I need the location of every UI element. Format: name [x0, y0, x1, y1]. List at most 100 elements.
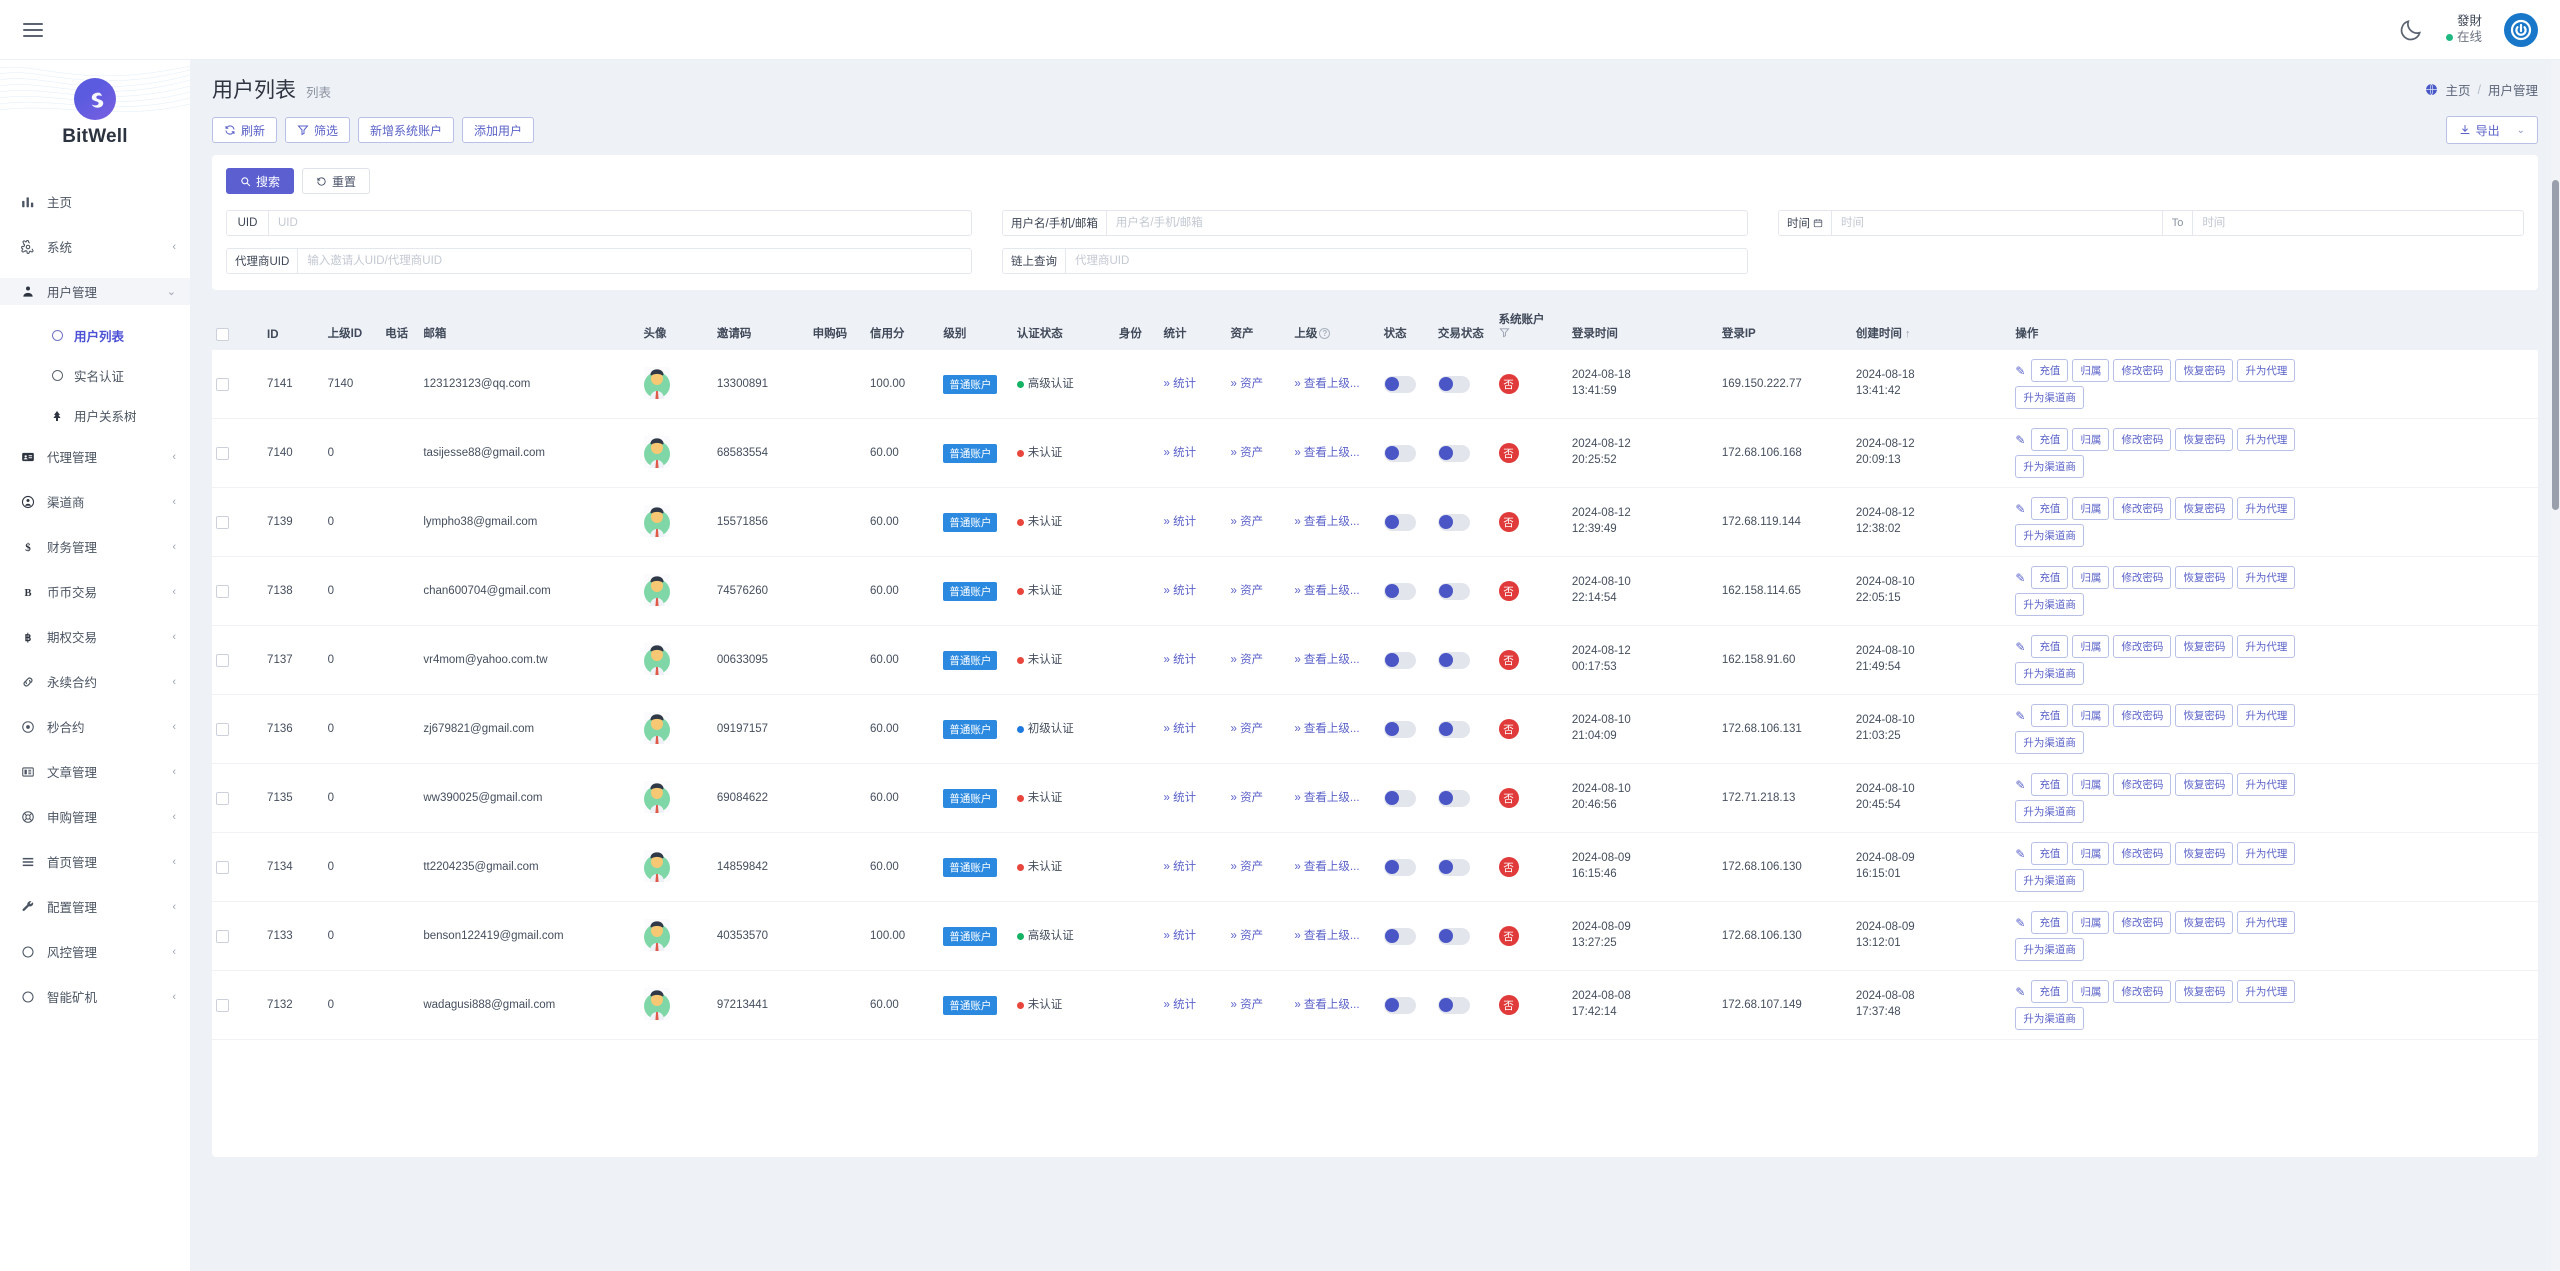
row-checkbox[interactable] [216, 998, 229, 1012]
cell-avatar[interactable] [639, 625, 713, 695]
cell-trade-status[interactable] [1433, 901, 1495, 971]
cell-status[interactable] [1379, 832, 1434, 902]
moon-icon[interactable] [2398, 17, 2424, 43]
cell-system-account[interactable]: 否 [1494, 625, 1568, 695]
time-end-input[interactable] [2193, 211, 2523, 235]
assets-link[interactable]: » 资产 [1231, 378, 1264, 390]
row-checkbox[interactable] [216, 929, 229, 943]
op-升为渠道商-button[interactable]: 升为渠道商 [2015, 731, 2084, 754]
refresh-button[interactable]: 刷新 [212, 117, 278, 143]
op-升为渠道商-button[interactable]: 升为渠道商 [2015, 455, 2084, 478]
op-升为代理-button[interactable]: 升为代理 [2237, 635, 2296, 658]
system-account-badge[interactable]: 否 [1498, 788, 1519, 808]
cell-trade-status[interactable] [1433, 970, 1495, 1040]
status-toggle[interactable] [1383, 927, 1416, 945]
cell-parent[interactable]: » 查看上级... [1290, 694, 1380, 764]
table-row[interactable]: 7138 0 chan600704@gmail.com 74576260 60.… [212, 556, 2538, 626]
table-row[interactable]: 7132 0 wadagusi888@gmail.com 97213441 60… [212, 970, 2538, 1040]
parent-link[interactable]: » 查看上级... [1294, 654, 1359, 666]
page-scrollbar[interactable] [2551, 60, 2560, 1271]
assets-link[interactable]: » 资产 [1231, 792, 1264, 804]
table-row[interactable]: 7137 0 vr4mom@yahoo.com.tw 00633095 60.0… [212, 625, 2538, 695]
system-account-badge[interactable]: 否 [1498, 719, 1519, 739]
funnel-icon[interactable] [1498, 327, 1510, 338]
uid-field[interactable]: UID [226, 210, 972, 236]
cell-trade-status[interactable] [1433, 350, 1495, 419]
sidebar-item-config-management[interactable]: 配置管理 ‹ [0, 893, 190, 920]
op-升为渠道商-button[interactable]: 升为渠道商 [2015, 869, 2084, 892]
trade-status-toggle[interactable] [1437, 444, 1470, 462]
cell-assets[interactable]: » 资产 [1226, 763, 1291, 833]
cell-assets[interactable]: » 资产 [1226, 487, 1291, 557]
edit-pencil-icon[interactable]: ✎ [2015, 640, 2025, 654]
reset-button[interactable]: 重置 [302, 168, 371, 194]
select-all-header[interactable] [212, 302, 264, 350]
op-归属-button[interactable]: 归属 [2072, 359, 2110, 382]
cell-avatar[interactable] [639, 487, 713, 557]
sidebar-item-smart-miner[interactable]: 智能矿机 ‹ [0, 983, 190, 1010]
select-all-checkbox[interactable] [216, 328, 229, 341]
cell-system-account[interactable]: 否 [1494, 418, 1568, 488]
op-充值-button[interactable]: 充值 [2031, 773, 2069, 796]
status-toggle[interactable] [1383, 789, 1416, 807]
trade-status-toggle[interactable] [1437, 375, 1470, 393]
op-归属-button[interactable]: 归属 [2072, 773, 2110, 796]
op-充值-button[interactable]: 充值 [2031, 497, 2069, 520]
edit-pencil-icon[interactable]: ✎ [2015, 364, 2025, 378]
breadcrumb-home[interactable]: 主页 [2445, 80, 2470, 99]
row-checkbox[interactable] [216, 653, 229, 667]
op-恢复密码-button[interactable]: 恢复密码 [2175, 566, 2234, 589]
sidebar-item-system[interactable]: 系统 ‹ [0, 233, 190, 260]
cell-assets[interactable]: » 资产 [1226, 418, 1291, 488]
statistics-link[interactable]: » 统计 [1164, 861, 1197, 873]
assets-link[interactable]: » 资产 [1231, 861, 1264, 873]
avatar[interactable] [2504, 12, 2538, 47]
op-归属-button[interactable]: 归属 [2072, 704, 2110, 727]
row-select-cell[interactable] [212, 901, 264, 971]
add-system-account-button[interactable]: 新增系统账户 [358, 117, 455, 143]
cell-assets[interactable]: » 资产 [1226, 625, 1291, 695]
op-恢复密码-button[interactable]: 恢复密码 [2175, 773, 2234, 796]
cell-status[interactable] [1379, 350, 1434, 419]
cell-system-account[interactable]: 否 [1494, 970, 1568, 1040]
table-row[interactable]: 7135 0 ww390025@gmail.com 69084622 60.00… [212, 763, 2538, 833]
cell-status[interactable] [1379, 487, 1434, 557]
sidebar-item-user-list[interactable]: 用户列表 [0, 323, 190, 348]
trade-status-toggle[interactable] [1437, 996, 1470, 1014]
row-select-cell[interactable] [212, 694, 264, 764]
assets-link[interactable]: » 资产 [1231, 654, 1264, 666]
statistics-link[interactable]: » 统计 [1164, 516, 1197, 528]
statistics-link[interactable]: » 统计 [1164, 654, 1197, 666]
status-toggle[interactable] [1383, 375, 1416, 393]
cell-statistics[interactable]: » 统计 [1159, 694, 1227, 764]
cell-system-account[interactable]: 否 [1494, 694, 1568, 764]
export-button[interactable]: 导出 ⌄ [2445, 116, 2538, 144]
sidebar-item-options-trading[interactable]: ฿ 期权交易 ‹ [0, 623, 190, 650]
op-充值-button[interactable]: 充值 [2031, 566, 2069, 589]
chain-query-input[interactable] [1066, 249, 1747, 273]
assets-link[interactable]: » 资产 [1231, 585, 1264, 597]
row-select-cell[interactable] [212, 832, 264, 902]
parent-link[interactable]: » 查看上级... [1294, 447, 1359, 459]
cell-parent[interactable]: » 查看上级... [1290, 350, 1380, 419]
cell-avatar[interactable] [639, 901, 713, 971]
op-归属-button[interactable]: 归属 [2072, 428, 2110, 451]
op-升为代理-button[interactable]: 升为代理 [2237, 773, 2296, 796]
cell-trade-status[interactable] [1433, 487, 1495, 557]
help-icon[interactable]: ? [1319, 328, 1331, 339]
cell-system-account[interactable]: 否 [1494, 487, 1568, 557]
op-归属-button[interactable]: 归属 [2072, 497, 2110, 520]
cell-status[interactable] [1379, 418, 1434, 488]
cell-avatar[interactable] [639, 970, 713, 1040]
cell-parent[interactable]: » 查看上级... [1290, 625, 1380, 695]
brand-logo[interactable]: BitWell [0, 60, 190, 168]
sidebar-item-subscription-management[interactable]: 申购管理 ‹ [0, 803, 190, 830]
cell-system-account[interactable]: 否 [1494, 350, 1568, 419]
op-升为渠道商-button[interactable]: 升为渠道商 [2015, 662, 2084, 685]
row-checkbox[interactable] [216, 446, 229, 460]
op-升为渠道商-button[interactable]: 升为渠道商 [2015, 800, 2084, 823]
table-row[interactable]: 7139 0 lympho38@gmail.com 15571856 60.00… [212, 487, 2538, 557]
row-checkbox[interactable] [216, 377, 229, 391]
cell-avatar[interactable] [639, 418, 713, 488]
op-修改密码-button[interactable]: 修改密码 [2113, 704, 2172, 727]
